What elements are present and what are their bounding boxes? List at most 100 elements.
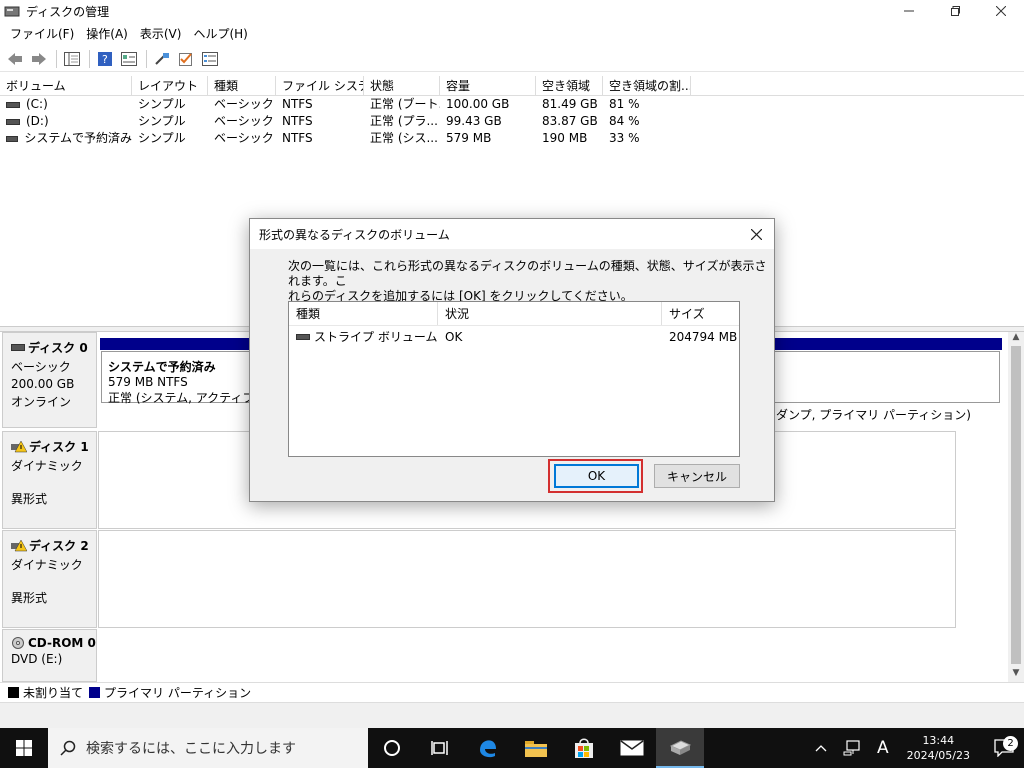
volume-layout: シンプル: [138, 97, 186, 111]
foreign-volume-size: 204794 MB: [669, 330, 738, 344]
store-bag-icon: [575, 738, 593, 758]
volume-filesystem: NTFS: [282, 97, 313, 111]
taskbar-search-box[interactable]: 検索するには、ここに入力します: [48, 728, 368, 768]
start-button[interactable]: [0, 728, 48, 768]
legend-primary-partition: プライマリ パーティション: [89, 684, 251, 701]
task-view-button[interactable]: [416, 728, 464, 768]
store-taskbar-button[interactable]: [560, 728, 608, 768]
scroll-down-arrow-icon[interactable]: ▼: [1008, 668, 1024, 682]
column-size[interactable]: サイズ: [662, 302, 739, 325]
scrollbar-thumb[interactable]: [1011, 346, 1021, 664]
dialog-message: 次の一覧には、これら形式の異なるディスクのボリュームの種類、状態、サイズが表示さ…: [288, 259, 768, 304]
close-icon: [750, 228, 762, 240]
forward-arrow-icon: [32, 52, 46, 65]
show-hidden-icons-button[interactable]: [807, 744, 835, 752]
cortana-button[interactable]: [368, 728, 416, 768]
folder-icon: [525, 741, 547, 757]
ok-button[interactable]: OK: [554, 464, 639, 488]
connect-button[interactable]: [151, 48, 173, 70]
dialog-message-line: 次の一覧には、これら形式の異なるディスクのボリュームの種類、状態、サイズが表示さ…: [288, 259, 767, 288]
column-condition[interactable]: 状況: [438, 302, 662, 325]
connect-icon: [155, 52, 169, 65]
file-explorer-taskbar-button[interactable]: [512, 728, 560, 768]
forward-button[interactable]: [28, 48, 50, 70]
taskbar-clock[interactable]: 13:44 2024/05/23: [897, 733, 980, 763]
cdrom-0-type: DVD (E:): [11, 652, 63, 666]
settings-list-button[interactable]: [199, 48, 221, 70]
menu-help[interactable]: ヘルプ(H): [187, 23, 253, 44]
toolbar-separator: [56, 49, 57, 68]
mail-icon: [620, 740, 644, 756]
console-tree-icon: [64, 51, 80, 66]
table-row[interactable]: システムで予約済み シンプル ベーシック NTFS 正常 (シス... 579 …: [0, 130, 1024, 147]
column-volume[interactable]: ボリューム: [0, 76, 132, 95]
column-free-space[interactable]: 空き領域: [536, 76, 603, 95]
volume-free-percent: 81 %: [609, 97, 640, 111]
edge-icon: [480, 740, 496, 758]
menu-view[interactable]: 表示(V): [134, 23, 188, 44]
cancel-button[interactable]: キャンセル: [654, 464, 740, 488]
minimize-button[interactable]: [886, 0, 932, 22]
properties-button[interactable]: [118, 48, 140, 70]
menu-file[interactable]: ファイル(F): [4, 23, 80, 44]
volume-name: (C:): [26, 97, 48, 111]
disk-1-name: ディスク 1: [29, 440, 89, 454]
column-capacity[interactable]: 容量: [440, 76, 536, 95]
disk-2-label[interactable]: ディスク 2 ダイナミック 異形式: [2, 530, 97, 628]
table-row[interactable]: (D:) シンプル ベーシック NTFS 正常 (プラ... 99.43 GB …: [0, 113, 1024, 130]
column-free-percent[interactable]: 空き領域の割...: [603, 76, 691, 95]
menu-action[interactable]: 操作(A): [80, 23, 134, 44]
list-item[interactable]: ストライプ ボリューム OK 204794 MB: [289, 326, 739, 348]
search-placeholder: 検索するには、ここに入力します: [86, 741, 296, 757]
check-button[interactable]: [175, 48, 197, 70]
clock-time: 13:44: [922, 734, 955, 747]
action-center-button[interactable]: 2: [980, 736, 1024, 757]
disk-view-scrollbar[interactable]: ▲ ▼: [1008, 332, 1024, 682]
show-hide-console-tree-button[interactable]: [61, 48, 83, 70]
foreign-disk-volumes-dialog: 形式の異なるディスクのボリューム 次の一覧には、これら形式の異なるディスクのボリ…: [249, 218, 775, 502]
volume-free-space: 81.49 GB: [542, 97, 598, 111]
volume-name: システムで予約済み: [24, 131, 132, 145]
dialog-close-button[interactable]: [746, 224, 766, 244]
input-method-indicator[interactable]: A: [869, 738, 897, 758]
clock-date: 2024/05/23: [906, 749, 970, 762]
mail-taskbar-button[interactable]: [608, 728, 656, 768]
chevron-up-icon: [815, 745, 827, 752]
volume-icon: [6, 135, 19, 142]
column-status[interactable]: 状態: [364, 76, 440, 95]
column-type[interactable]: 種類: [208, 76, 276, 95]
edge-taskbar-button[interactable]: [464, 728, 512, 768]
help-button[interactable]: ?: [94, 48, 116, 70]
back-button[interactable]: [4, 48, 26, 70]
volume-status: 正常 (シス...: [370, 131, 438, 145]
warning-icon: [11, 440, 27, 452]
disk-2-type: ダイナミック: [11, 558, 83, 572]
close-button[interactable]: [978, 0, 1024, 22]
column-layout[interactable]: レイアウト: [132, 76, 208, 95]
volume-capacity: 579 MB: [446, 131, 492, 145]
disk-2-row[interactable]: ディスク 2 ダイナミック 異形式: [0, 530, 1008, 628]
foreign-volume-list-header: 種類 状況 サイズ: [289, 302, 739, 326]
network-button[interactable]: [835, 740, 869, 756]
disk-management-taskbar-button[interactable]: [656, 728, 704, 768]
cdrom-0-name: CD-ROM 0: [28, 636, 96, 650]
back-arrow-icon: [8, 52, 22, 65]
volume-icon: [6, 118, 20, 125]
foreign-volume-condition: OK: [445, 330, 463, 344]
column-filesystem[interactable]: ファイル システム: [276, 76, 364, 95]
disk-1-status: 異形式: [11, 492, 48, 506]
maximize-button[interactable]: [932, 0, 978, 22]
taskbar: 検索するには、ここに入力します A 13:44 2024/05/23 2: [0, 728, 1024, 768]
table-row[interactable]: (C:) シンプル ベーシック NTFS 正常 (ブート... 100.00 G…: [0, 96, 1024, 113]
volume-free-percent: 33 %: [609, 131, 640, 145]
cdrom-0-label[interactable]: CD-ROM 0 DVD (E:): [2, 629, 97, 682]
disk-2-area[interactable]: [98, 530, 956, 628]
volume-icon: [296, 334, 310, 340]
column-kind[interactable]: 種類: [289, 302, 438, 325]
disk-1-label[interactable]: ディスク 1 ダイナミック 異形式: [2, 431, 97, 529]
disk-management-icon: [669, 740, 691, 755]
scroll-up-arrow-icon[interactable]: ▲: [1008, 332, 1024, 346]
cdrom-0-row[interactable]: CD-ROM 0 DVD (E:): [0, 629, 1008, 682]
volume-status: 正常 (ブート...: [370, 97, 440, 111]
disk-0-label[interactable]: ディスク 0 ベーシック 200.00 GB オンライン: [2, 332, 97, 428]
